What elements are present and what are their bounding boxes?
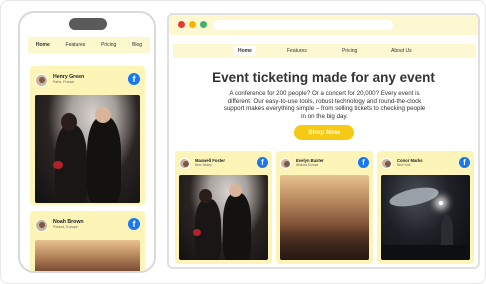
avatar [35, 73, 48, 87]
avatar [179, 157, 190, 169]
shop-now-button[interactable]: Shop Now [294, 125, 354, 140]
card-user-location: Poland, Europe [53, 225, 78, 230]
mobile-event-card[interactable]: Henry Green Paris, France f [30, 66, 145, 205]
avatar [280, 157, 291, 169]
phone-notch [69, 18, 107, 30]
card-header: Henry Green Paris, France f [35, 71, 140, 89]
showcase-canvas: Home Features Pricing Blog Henry Green P… [0, 0, 486, 284]
desktop-nav-about[interactable]: About Us [391, 48, 412, 54]
facebook-icon[interactable]: f [459, 157, 470, 168]
card-header: Noah Brown Poland, Europe f [35, 216, 140, 234]
maximize-window-icon[interactable] [200, 21, 207, 28]
event-photo [381, 175, 470, 260]
desktop-nav-pricing[interactable]: Pricing [342, 48, 357, 54]
card-user-location: New Jersey [195, 163, 212, 167]
facebook-icon[interactable]: f [128, 73, 140, 85]
hero-description: A conference for 200 people? Or a concer… [223, 90, 426, 120]
desktop-nav: Home Features Pricing About Us [173, 44, 476, 58]
mobile-nav-home[interactable]: Home [34, 40, 52, 50]
avatar [381, 157, 392, 169]
card-header: Evelyn Baxter Widows Europe f [280, 155, 369, 171]
hero-title: Event ticketing made for any event [212, 70, 435, 85]
card-user-location: Widows Europe [296, 163, 319, 167]
address-bar[interactable] [213, 20, 393, 30]
facebook-icon[interactable]: f [257, 157, 268, 168]
close-window-icon[interactable] [178, 21, 185, 28]
event-photo [35, 95, 140, 203]
event-photo [179, 175, 268, 260]
event-photo [35, 240, 140, 271]
mobile-nav-blog[interactable]: Blog [130, 40, 144, 50]
card-user-location: Paris, France [53, 80, 75, 85]
card-user-location: New York [397, 163, 411, 167]
browser-titlebar [169, 15, 478, 35]
mobile-nav-pricing[interactable]: Pricing [99, 40, 118, 50]
event-photo [280, 175, 369, 260]
desktop-event-card[interactable]: Conor Marks New York f [377, 151, 474, 264]
desktop-event-card[interactable]: Maxwell Foster New Jersey f [175, 151, 272, 264]
desktop-nav-features[interactable]: Features [287, 48, 307, 54]
facebook-icon[interactable]: f [358, 157, 369, 168]
mobile-nav: Home Features Pricing Blog [28, 37, 150, 53]
avatar [35, 218, 48, 232]
mobile-preview: Home Features Pricing Blog Henry Green P… [18, 11, 156, 273]
desktop-event-card[interactable]: Evelyn Baxter Widows Europe f [276, 151, 373, 264]
card-header: Conor Marks New York f [381, 155, 470, 171]
mobile-event-card[interactable]: Noah Brown Poland, Europe f [30, 211, 145, 271]
facebook-icon[interactable]: f [128, 218, 140, 230]
desktop-nav-home[interactable]: Home [234, 46, 256, 56]
card-header: Maxwell Foster New Jersey f [179, 155, 268, 171]
minimize-window-icon[interactable] [189, 21, 196, 28]
desktop-preview: Home Features Pricing About Us Event tic… [167, 13, 480, 269]
mobile-nav-features[interactable]: Features [64, 40, 88, 50]
